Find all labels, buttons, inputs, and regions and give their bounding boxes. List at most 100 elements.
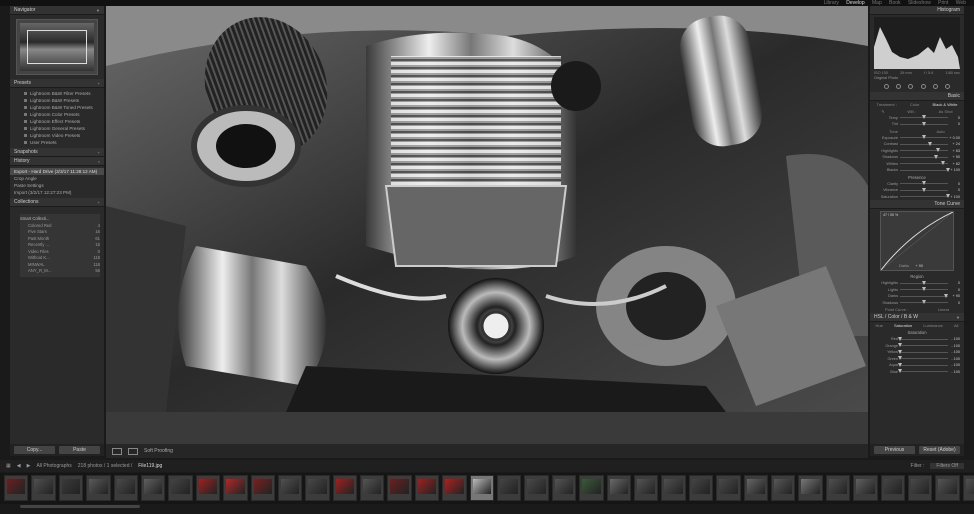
slider-knob[interactable] <box>943 293 948 298</box>
slider-value[interactable]: 0 <box>948 288 960 292</box>
wb-value[interactable]: As Shot <box>939 109 953 114</box>
filmstrip-file[interactable]: File119.jpg <box>138 463 162 469</box>
filmstrip-thumbnail[interactable] <box>277 475 303 501</box>
red-eye-icon[interactable] <box>908 84 914 89</box>
slider-value[interactable]: - 100 <box>948 357 960 361</box>
presets-header[interactable]: Presets + <box>10 79 104 88</box>
slider-track[interactable] <box>900 293 948 298</box>
filmstrip-thumbnail[interactable] <box>770 475 796 501</box>
slider-knob[interactable] <box>922 300 926 305</box>
hsl-blue-slider[interactable]: Blue - 100 <box>870 369 964 376</box>
main-photo[interactable] <box>106 6 868 412</box>
filmstrip-thumbnail[interactable] <box>524 475 549 501</box>
preset-folder[interactable]: User Presets <box>24 139 104 146</box>
filmstrip-source[interactable]: All Photographs <box>36 463 71 469</box>
clear-history-icon[interactable]: × <box>98 159 100 164</box>
slider-track[interactable] <box>898 349 948 354</box>
history-step[interactable]: Paste Settings <box>10 182 104 189</box>
slider-value[interactable]: 0 <box>948 122 960 126</box>
slider-knob[interactable] <box>898 362 902 367</box>
filmstrip-thumbnail[interactable] <box>360 475 385 501</box>
tone-curve-header[interactable]: Tone Curve <box>870 200 964 209</box>
filmstrip-thumbnail[interactable] <box>414 475 440 501</box>
filmstrip-thumbnail[interactable] <box>880 475 905 501</box>
preset-folder[interactable]: Lightroom B&W Toned Presets <box>24 104 104 111</box>
tab-all[interactable]: All <box>954 323 958 328</box>
slider-value[interactable]: 0 <box>948 116 960 120</box>
slider-knob[interactable] <box>927 141 932 146</box>
slider-knob[interactable] <box>922 187 926 192</box>
slider-knob[interactable] <box>898 336 902 341</box>
slider-track[interactable] <box>900 167 950 172</box>
slider-track[interactable] <box>898 336 948 341</box>
navigator-header[interactable]: Navigator ▼ <box>10 6 104 15</box>
filmstrip-thumbnail[interactable] <box>935 475 960 501</box>
slider-track[interactable] <box>898 369 948 374</box>
filmstrip-thumbnail[interactable] <box>853 475 878 501</box>
histogram[interactable] <box>874 17 960 69</box>
point-curve-value[interactable]: Linear <box>938 307 949 312</box>
navigator-preview[interactable] <box>16 19 98 75</box>
back-arrow-icon[interactable]: ◀ <box>17 463 21 469</box>
loupe-view-icon[interactable] <box>112 447 122 455</box>
slider-track[interactable] <box>900 161 948 166</box>
filmstrip-thumbnail[interactable] <box>798 475 823 501</box>
tone-curve-graph[interactable]: 47 / 55 % Darks + 90 <box>880 211 954 271</box>
filmstrip-thumbnail[interactable] <box>907 475 933 501</box>
collection-item[interactable]: ANY_R_M... 56 <box>20 268 100 275</box>
slider-value[interactable]: + 90 <box>948 294 961 298</box>
navigator-view-rect[interactable] <box>27 30 87 64</box>
before-after-icon[interactable] <box>128 447 138 455</box>
previous-button[interactable]: Previous <box>874 446 915 454</box>
graduated-filter-icon[interactable] <box>920 84 926 89</box>
filmstrip-thumbnail[interactable] <box>4 475 29 501</box>
filmstrip-thumbnail[interactable] <box>195 475 221 501</box>
add-collection-icon[interactable]: + <box>98 200 100 205</box>
filmstrip-thumbnail[interactable] <box>31 475 56 501</box>
filmstrip-thumbnail[interactable] <box>442 475 467 501</box>
filter-value[interactable]: Filters Off <box>930 463 964 469</box>
spot-removal-icon[interactable] <box>895 84 901 89</box>
slider-track[interactable] <box>900 135 948 140</box>
filmstrip-thumbnail[interactable] <box>58 475 84 501</box>
slider-knob[interactable] <box>922 181 926 186</box>
wb-eyedropper-icon[interactable]: ✎ <box>881 109 884 114</box>
slider-value[interactable]: + 24 <box>948 142 961 146</box>
grid-view-icon[interactable]: ▦ <box>6 463 11 469</box>
slider-knob[interactable] <box>922 287 926 292</box>
preset-folder[interactable]: Lightroom B&W Presets <box>24 97 104 104</box>
slider-value[interactable]: + 82 <box>948 162 961 166</box>
preset-folder[interactable]: Lightroom Video Presets <box>24 132 104 139</box>
filmstrip-thumbnail[interactable] <box>633 475 659 501</box>
slider-knob[interactable] <box>934 154 938 159</box>
slider-track[interactable] <box>898 362 948 367</box>
slider-track[interactable] <box>900 287 948 292</box>
slider-knob[interactable] <box>922 115 926 120</box>
preset-folder[interactable]: Lightroom Color Presets <box>24 111 104 118</box>
soft-proofing-label[interactable]: Soft Proofing <box>144 448 173 454</box>
slider-track[interactable] <box>900 187 948 192</box>
slider-track[interactable] <box>900 300 948 305</box>
histogram-header[interactable]: Histogram <box>870 6 964 15</box>
brush-icon[interactable] <box>945 84 951 89</box>
filmstrip-thumbnail[interactable] <box>168 475 193 501</box>
filmstrip-thumbnail[interactable] <box>387 475 412 501</box>
filmstrip-thumbnail[interactable] <box>962 475 974 501</box>
hsl-header[interactable]: HSL / Color / B & W ▼ <box>870 313 964 322</box>
slider-value[interactable]: - 100 <box>948 363 960 367</box>
filmstrip-thumbnail[interactable] <box>606 475 631 501</box>
history-step[interactable]: Crop Angle <box>10 175 104 182</box>
preset-folder[interactable]: Lightroom Effect Presets <box>24 118 104 125</box>
collapse-triangle-icon[interactable]: ▼ <box>96 8 100 13</box>
slider-knob[interactable] <box>898 343 902 348</box>
slider-knob[interactable] <box>898 356 902 361</box>
filmstrip-thumbnail[interactable] <box>825 475 851 501</box>
tab-luminance[interactable]: Luminance <box>923 323 943 328</box>
preset-folder[interactable]: Lightroom General Presets <box>24 125 104 132</box>
slider-knob[interactable] <box>922 280 926 285</box>
filmstrip-thumbnail[interactable] <box>305 475 330 501</box>
filmstrip-thumbnail[interactable] <box>86 475 111 501</box>
curve-darks-slider[interactable]: Darks + 90 <box>881 263 953 270</box>
slider-value[interactable]: - 100 <box>948 350 960 354</box>
slider-track[interactable] <box>900 181 948 186</box>
